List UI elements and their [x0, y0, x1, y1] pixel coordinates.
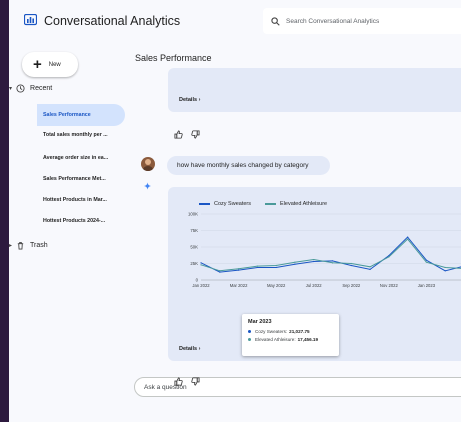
data-point-0	[369, 268, 371, 271]
recent-section-toggle[interactable]: ▾ Recent	[9, 84, 52, 93]
page-title: Sales Performance	[135, 53, 212, 63]
y-tick-label: 75K	[190, 228, 198, 233]
data-point-1	[444, 266, 446, 269]
data-point-1	[313, 258, 315, 261]
chart-container: Cozy Sweaters Elevated Athleisure 0 25K 50…	[179, 197, 461, 297]
search-bar[interactable]: Search Conversational Analytics	[263, 8, 461, 34]
gemini-sparkle-icon	[144, 182, 151, 190]
data-point-1	[425, 261, 428, 263]
data-point-0	[350, 264, 352, 267]
main-panel: Sales Performance Details › how have mon…	[131, 44, 461, 422]
data-point-1	[331, 262, 334, 264]
feedback-bottom	[174, 377, 200, 386]
details-toggle[interactable]: Details ›	[179, 346, 200, 352]
data-point-0	[219, 271, 221, 273]
tooltip-value-cozy: 21,027.75	[289, 329, 310, 334]
sidebar-item-sales-performance-metrics[interactable]: Sales Performance Met...	[37, 168, 125, 190]
series-line-0	[200, 236, 461, 273]
trash-label: Trash	[30, 242, 48, 249]
chart-tooltip: Mar 2023 Cozy Sweaters: 21,027.75 Elevat…	[242, 314, 339, 356]
user-avatar	[141, 157, 155, 171]
recent-label: Recent	[30, 85, 53, 92]
x-tick-label: Jul 2022	[306, 283, 323, 288]
sidebar: + New ▾ Recent Sales Performance Total s…	[9, 44, 131, 422]
line-chart[interactable]: 0 25K 50K 75K 100K Jan 2022 Mar 2022 May 2022 Ju…	[179, 197, 461, 297]
tooltip-label-cozy: Cozy Sweaters:	[255, 329, 288, 334]
sidebar-item-total-sales[interactable]: Total sales monthly per ...	[37, 124, 125, 146]
chevron-right-icon: ▸	[9, 243, 13, 249]
data-point-1	[237, 268, 240, 270]
plus-icon: +	[33, 56, 42, 73]
tooltip-row-athleisure: Elevated Athleisure: 17,456.19	[248, 337, 333, 342]
sidebar-item-average-order[interactable]: Average order size in ea...	[37, 147, 125, 169]
data-point-0	[313, 260, 315, 263]
x-tick-label: Jan 2023	[418, 283, 436, 288]
feedback-top	[174, 130, 200, 139]
sidebar-item-sales-performance[interactable]: Sales Performance	[37, 104, 125, 126]
chevron-right-icon: ›	[198, 97, 201, 103]
tooltip-label-athleisure: Elevated Athleisure:	[255, 337, 296, 342]
thumbs-up-icon[interactable]	[174, 377, 183, 386]
trash-icon	[17, 242, 24, 250]
chevron-right-icon: ›	[198, 346, 201, 352]
tooltip-dot-athleisure	[248, 338, 251, 341]
search-input[interactable]: Search Conversational Analytics	[286, 18, 379, 25]
chevron-down-icon: ▾	[9, 86, 13, 92]
top-bar: Conversational Analytics Search Conversa…	[9, 0, 461, 44]
search-icon	[271, 16, 280, 26]
details-label-top: Details	[179, 97, 198, 103]
tooltip-dot-cozy	[248, 330, 251, 333]
app-window: Conversational Analytics Search Conversa…	[9, 0, 461, 422]
x-tick-label: Mar 2022	[230, 283, 248, 288]
data-point-0	[275, 266, 277, 269]
x-tick-label: Sep 2022	[342, 283, 361, 288]
data-point-0	[444, 270, 446, 272]
app-logo-icon	[24, 14, 37, 26]
data-point-1	[407, 238, 409, 240]
data-point-0	[237, 269, 240, 271]
data-point-0	[331, 260, 334, 262]
data-point-1	[350, 262, 352, 265]
tooltip-title: Mar 2023	[248, 319, 272, 325]
thumbs-down-icon[interactable]	[191, 377, 200, 386]
thumbs-up-icon[interactable]	[174, 130, 183, 139]
new-button[interactable]: + New	[22, 52, 78, 77]
data-point-0	[256, 266, 258, 269]
y-tick-label: 100K	[188, 212, 198, 217]
data-point-0	[425, 259, 428, 261]
data-point-1	[275, 264, 277, 267]
new-button-label: New	[48, 61, 61, 68]
details-label: Details	[179, 346, 198, 352]
data-point-1	[294, 261, 296, 263]
data-point-0	[294, 263, 296, 265]
x-tick-label: May 2022	[267, 283, 286, 288]
details-toggle-top[interactable]: Details ›	[179, 97, 200, 103]
sidebar-item-hottest-products-2024[interactable]: Hottest Products 2024-...	[37, 210, 125, 232]
data-point-0	[200, 262, 202, 264]
desktop-edge	[0, 0, 9, 422]
thumbs-down-icon[interactable]	[191, 130, 200, 139]
x-tick-label: Nov 2022	[380, 283, 399, 288]
y-tick-label: 0	[196, 278, 199, 283]
data-point-1	[388, 256, 390, 258]
data-point-0	[407, 236, 409, 238]
data-point-1	[256, 265, 258, 267]
y-tick-label: 25K	[190, 261, 198, 266]
y-tick-label: 50K	[190, 245, 198, 250]
data-point-1	[200, 264, 202, 266]
clock-icon	[16, 84, 25, 93]
app-title: Conversational Analytics	[44, 14, 181, 28]
user-question-bubble: how have monthly sales changed by catego…	[167, 156, 330, 175]
tooltip-row-cozy: Cozy Sweaters: 21,027.75	[248, 329, 333, 334]
data-point-1	[219, 270, 221, 272]
previous-response-card: Details ›	[168, 68, 461, 112]
x-tick-label: Jan 2022	[192, 283, 210, 288]
data-point-1	[369, 266, 371, 268]
sidebar-item-hottest-products-mar[interactable]: Hottest Products in Mar...	[37, 189, 125, 211]
tooltip-value-athleisure: 17,456.19	[297, 337, 319, 342]
trash-section-toggle[interactable]: ▸ Trash	[9, 241, 48, 250]
